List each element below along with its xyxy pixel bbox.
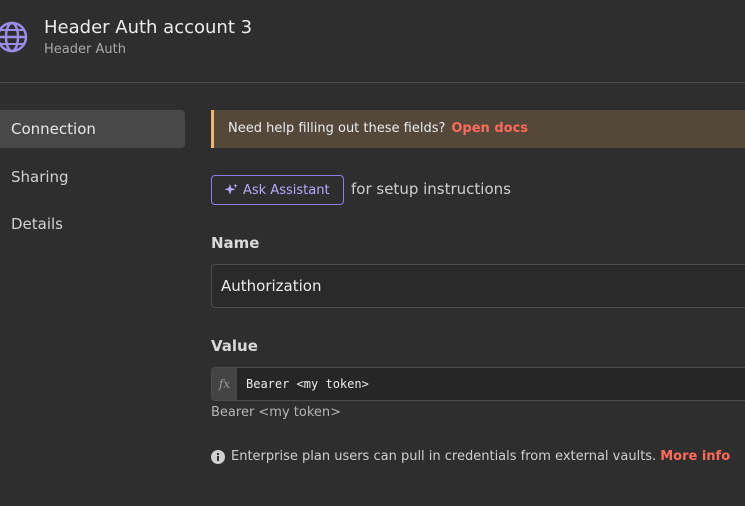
credential-type: Header Auth: [44, 42, 126, 57]
name-input[interactable]: [211, 264, 745, 308]
name-label: Name: [211, 234, 260, 252]
ask-assistant-label: Ask Assistant: [243, 182, 330, 198]
globe-icon: [0, 21, 28, 53]
help-notice: Need help filling out these fields? Open …: [211, 110, 745, 148]
fx-icon: fx: [212, 368, 237, 400]
help-notice-text: Need help filling out these fields?: [228, 121, 446, 136]
enterprise-info: Enterprise plan users can pull in creden…: [211, 449, 730, 464]
value-expression-text[interactable]: Bearer <my token>: [237, 368, 369, 400]
value-label: Value: [211, 337, 258, 355]
value-preview: Bearer <my token>: [211, 405, 342, 420]
enterprise-info-text: Enterprise plan users can pull in creden…: [231, 449, 657, 464]
ask-assistant-button[interactable]: Ask Assistant: [211, 175, 344, 205]
more-info-link[interactable]: More info: [660, 449, 730, 464]
open-docs-link[interactable]: Open docs: [451, 121, 528, 136]
sidebar-item-connection[interactable]: Connection: [0, 110, 185, 148]
value-expression-input[interactable]: fx Bearer <my token>: [211, 367, 745, 401]
sidebar-item-details[interactable]: Details: [0, 205, 185, 243]
sparkle-icon: [224, 183, 238, 195]
sidebar-item-sharing[interactable]: Sharing: [0, 158, 185, 196]
info-icon: [211, 449, 225, 464]
credential-title[interactable]: Header Auth account 3: [44, 17, 252, 38]
setup-instructions-text: for setup instructions: [351, 180, 511, 198]
credential-header: Header Auth account 3 Header Auth: [0, 0, 745, 83]
